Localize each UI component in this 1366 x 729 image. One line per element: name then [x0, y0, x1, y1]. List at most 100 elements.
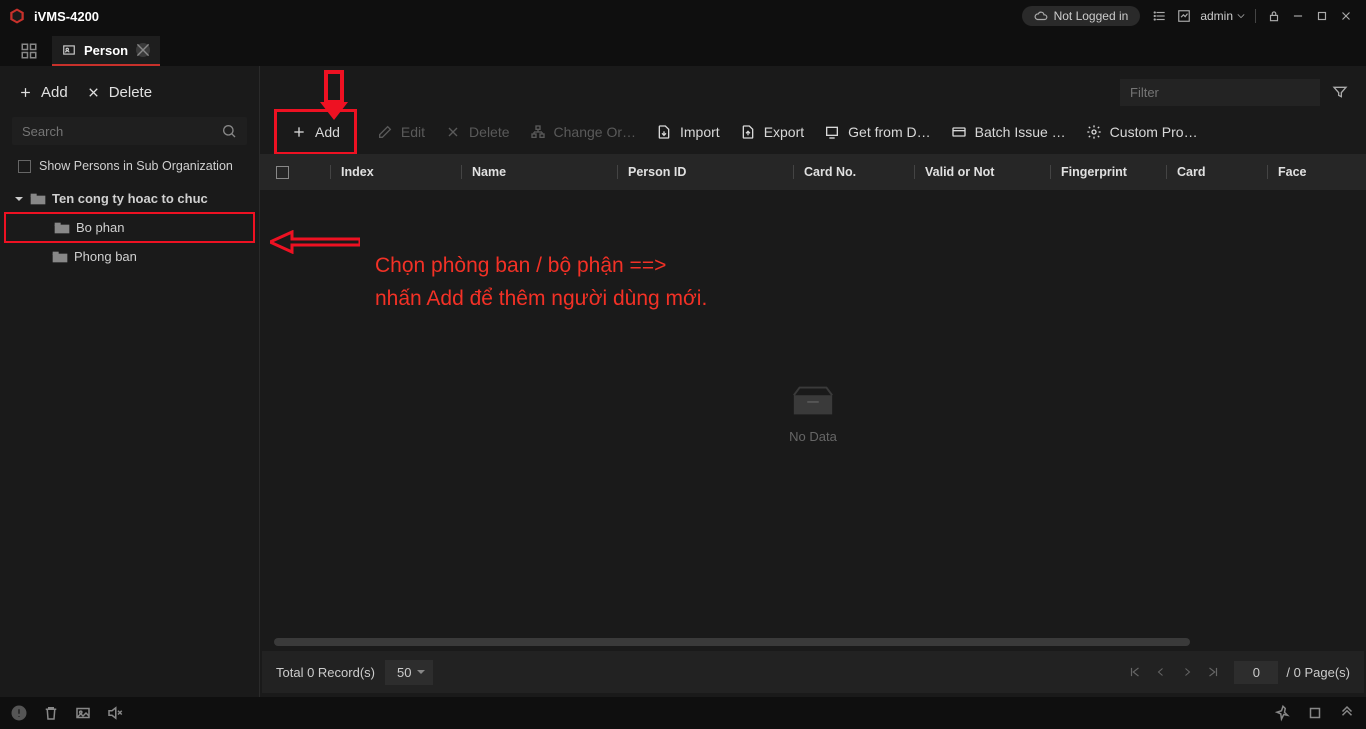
delete-button[interactable]: Delete [445, 124, 509, 140]
export-icon [740, 124, 756, 140]
sidebar-add-button[interactable]: Add [18, 84, 68, 101]
select-all-checkbox[interactable] [276, 166, 289, 179]
current-page-input[interactable]: 0 [1234, 661, 1278, 684]
add-button[interactable]: Add [274, 109, 357, 155]
last-page-button[interactable] [1200, 659, 1226, 685]
tree-item-label: Phong ban [74, 249, 137, 264]
import-button[interactable]: Import [656, 124, 720, 140]
empty-box-icon [790, 383, 836, 419]
search-input[interactable] [22, 124, 221, 139]
x-icon [445, 124, 461, 140]
grid-icon [20, 42, 38, 60]
export-button[interactable]: Export [740, 124, 804, 140]
prev-page-button[interactable] [1148, 659, 1174, 685]
folder-icon [30, 193, 46, 205]
filter-button[interactable] [1326, 78, 1354, 106]
first-page-button[interactable] [1122, 659, 1148, 685]
col-person-id: Person ID [628, 165, 686, 179]
content-toolbar: Add Edit Delete Change Or… Import Export [260, 110, 1366, 154]
divider [1255, 9, 1256, 23]
scrollbar-thumb[interactable] [274, 638, 1190, 646]
total-pages: / 0 Page(s) [1286, 665, 1350, 680]
col-name: Name [472, 165, 506, 179]
close-icon [136, 43, 150, 57]
caret-down-icon [14, 194, 24, 204]
col-valid: Valid or Not [925, 165, 994, 179]
change-org-button[interactable]: Change Or… [530, 124, 636, 140]
org-tree: Ten cong ty hoac to chuc Bo phan Phong b… [0, 181, 259, 274]
filter-input[interactable] [1120, 79, 1320, 106]
x-icon [86, 85, 101, 100]
gallery-icon[interactable] [74, 704, 92, 722]
content: Add Edit Delete Change Or… Import Export [260, 66, 1366, 697]
pager: Total 0 Record(s) 50 0 / 0 Page(s) [262, 651, 1364, 693]
add-label: Add [315, 124, 340, 140]
tree-root[interactable]: Ten cong ty hoac to chuc [4, 185, 255, 212]
folder-icon [54, 222, 70, 234]
page-size-select[interactable]: 50 [385, 660, 433, 685]
org-icon [530, 124, 546, 140]
delete-label: Delete [469, 124, 509, 140]
edit-icon [377, 124, 393, 140]
tab-person[interactable]: Person [52, 36, 160, 66]
batch-issue-button[interactable]: Batch Issue … [951, 124, 1066, 140]
show-sub-org-checkbox[interactable]: Show Persons in Sub Organization [0, 153, 259, 181]
next-page-button[interactable] [1174, 659, 1200, 685]
tab-close-button[interactable] [136, 43, 150, 57]
sidebar-delete-label: Delete [109, 84, 152, 101]
import-icon [656, 124, 672, 140]
page-size-value: 50 [397, 665, 411, 680]
minimize-button[interactable] [1286, 4, 1310, 28]
col-fingerprint: Fingerprint [1061, 165, 1127, 179]
plus-icon [18, 85, 33, 100]
first-icon [1128, 665, 1142, 679]
maximize-button[interactable] [1310, 4, 1334, 28]
titlebar: iVMS-4200 Not Logged in admin [0, 0, 1366, 32]
list-icon[interactable] [1148, 4, 1172, 28]
table-body: No Data [260, 190, 1366, 637]
horizontal-scrollbar[interactable] [274, 637, 1352, 647]
get-from-device-button[interactable]: Get from D… [824, 124, 930, 140]
sidebar-search[interactable] [12, 117, 247, 145]
tree-item-phongban[interactable]: Phong ban [4, 243, 255, 270]
app-logo-icon [8, 7, 26, 25]
alert-icon[interactable] [10, 704, 28, 722]
edit-button[interactable]: Edit [377, 124, 425, 140]
tabbar: Person [0, 32, 1366, 66]
gear-icon [1086, 124, 1102, 140]
no-data-text: No Data [789, 429, 837, 444]
funnel-icon [1332, 84, 1348, 100]
chevron-right-icon [1181, 666, 1193, 678]
user-menu[interactable]: admin [1200, 9, 1245, 23]
total-records: Total 0 Record(s) [276, 665, 375, 680]
statusbar [0, 697, 1366, 729]
login-status-text: Not Logged in [1054, 9, 1129, 23]
export-label: Export [764, 124, 804, 140]
plus-icon [291, 124, 307, 140]
search-icon [221, 123, 237, 139]
sidebar-delete-button[interactable]: Delete [86, 84, 152, 101]
person-card-icon [62, 43, 76, 57]
login-status[interactable]: Not Logged in [1022, 6, 1141, 26]
sidebar: Add Delete Show Persons in Sub Organizat… [0, 66, 260, 697]
get-device-label: Get from D… [848, 124, 930, 140]
chevron-left-icon [1155, 666, 1167, 678]
close-button[interactable] [1334, 4, 1358, 28]
mute-icon[interactable] [106, 704, 124, 722]
col-card-no: Card No. [804, 165, 856, 179]
window-icon[interactable] [1306, 704, 1324, 722]
expand-up-icon[interactable] [1338, 704, 1356, 722]
lock-icon[interactable] [1262, 4, 1286, 28]
trash-icon[interactable] [42, 704, 60, 722]
col-face: Face [1278, 165, 1307, 179]
col-index: Index [341, 165, 374, 179]
stats-icon[interactable] [1172, 4, 1196, 28]
tab-label: Person [84, 43, 128, 58]
home-tab[interactable] [12, 36, 46, 66]
sidebar-add-label: Add [41, 84, 68, 101]
custom-property-button[interactable]: Custom Pro… [1086, 124, 1198, 140]
pin-icon[interactable] [1274, 704, 1292, 722]
table-header: Index Name Person ID Card No. Valid or N… [260, 154, 1366, 190]
tree-item-bophan[interactable]: Bo phan [4, 212, 255, 243]
cloud-icon [1034, 9, 1048, 23]
